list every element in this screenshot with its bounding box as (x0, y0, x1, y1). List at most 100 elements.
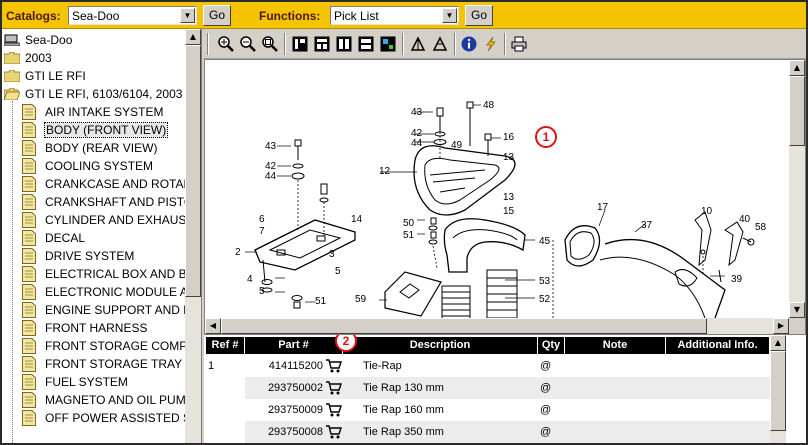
svg-text:48: 48 (483, 100, 495, 111)
add-to-cart-icon[interactable] (326, 380, 342, 396)
tree-item-page[interactable]: ELECTRICAL BOX AND BATTERY (22, 265, 201, 283)
tree-item-page[interactable]: BODY (REAR VIEW) (22, 139, 158, 157)
tree-item-page[interactable]: CRANKSHAFT AND PISTONS (22, 193, 201, 211)
print-icon[interactable] (509, 34, 529, 54)
tree-item-label: BODY (REAR VIEW) (45, 141, 158, 155)
top-bar: Catalogs: Sea-Doo ▼ Go Functions: Pick L… (2, 2, 806, 29)
table-row[interactable]: 293750002 Tie Rap 130 mm @ (204, 377, 770, 399)
functions-label: Functions: (259, 9, 321, 23)
scroll-up-icon[interactable]: ▲ (789, 60, 805, 76)
table-row[interactable]: 293750008 Tie Rap 350 mm @ (204, 421, 770, 443)
col-additional-info[interactable]: Additional Info. (666, 337, 769, 354)
tree-item-page[interactable]: DECAL (22, 229, 86, 247)
tree-item-page[interactable]: CRANKCASE AND ROTARY VALVE (22, 175, 201, 193)
svg-text:16: 16 (503, 132, 515, 143)
tree-scrollbar[interactable]: ▲ (185, 29, 201, 443)
tree-item-page[interactable]: DRIVE SYSTEM (22, 247, 135, 265)
tree-folder-model[interactable]: GTI LE RFI (4, 67, 87, 85)
table-row[interactable]: 1 414115200 Tie-Rap @ (204, 355, 770, 377)
scroll-right-icon[interactable]: ▶ (773, 318, 789, 334)
diagram-v-scrollbar[interactable]: ▲ ▼ (789, 60, 805, 318)
tree-item-page[interactable]: FRONT STORAGE TRAY (22, 355, 183, 373)
page-icon (22, 266, 36, 282)
add-to-cart-icon[interactable] (326, 424, 342, 440)
page-icon (22, 176, 36, 192)
cell-qty: @ (540, 360, 552, 372)
functions-go-button[interactable]: Go (465, 5, 493, 26)
view-3-icon[interactable] (334, 34, 354, 54)
tree-item-page[interactable]: OFF POWER ASSISTED STEERING (22, 409, 201, 427)
scroll-thumb[interactable] (770, 351, 786, 431)
view-1-icon[interactable] (290, 34, 310, 54)
tree-item-page[interactable]: CYLINDER AND EXHAUST MANIFOLD (22, 211, 201, 229)
cell-note (565, 421, 665, 443)
col-part[interactable]: Part # (245, 337, 342, 354)
page-icon (22, 374, 36, 390)
tree-item-page[interactable]: BODY (FRONT VIEW) (22, 121, 169, 139)
col-ref[interactable]: Ref # (206, 337, 244, 354)
tree-item-page[interactable]: FRONT HARNESS (22, 319, 148, 337)
cell-desc: Tie-Rap (363, 360, 402, 372)
view-5-icon[interactable] (378, 34, 398, 54)
tree-folder-variant[interactable]: GTI LE RFI, 6103/6104, 2003 (4, 85, 183, 103)
info-icon[interactable] (459, 34, 479, 54)
tree-item-page[interactable]: ELECTRONIC MODULE AND WIRING (22, 283, 201, 301)
scroll-up-icon[interactable]: ▲ (770, 335, 786, 351)
cell-desc: Tie Rap 350 mm (363, 426, 444, 438)
cell-qty: @ (540, 382, 552, 394)
diagram-h-scrollbar[interactable]: ◀ ▶ (205, 318, 789, 334)
col-note[interactable]: Note (565, 337, 665, 354)
catalogs-go-button[interactable]: Go (203, 5, 231, 26)
zoom-out-icon[interactable] (238, 34, 258, 54)
chevron-down-icon[interactable]: ▼ (442, 8, 457, 23)
tree-item-label: AIR INTAKE SYSTEM (45, 105, 164, 119)
tree-root[interactable]: Sea-Doo (4, 31, 73, 49)
svg-text:50: 50 (403, 218, 415, 229)
svg-text:4: 4 (247, 274, 253, 285)
chevron-down-icon[interactable]: ▼ (180, 8, 195, 23)
table-row[interactable]: 293750009 Tie Rap 160 mm @ (204, 399, 770, 421)
svg-text:39: 39 (731, 274, 743, 285)
tree-item-page[interactable]: COOLING SYSTEM (22, 157, 154, 175)
cell-ref: 1 (208, 360, 215, 372)
col-qty[interactable]: Qty (538, 337, 564, 354)
highlight-icon[interactable] (481, 34, 501, 54)
tree-item-page[interactable]: MAGNETO AND OIL PUMP (22, 391, 195, 409)
svg-text:5: 5 (259, 286, 265, 297)
parts-diagram[interactable]: 43 48 16 42 44 49 13 12 15 43 42 44 13 17 37 10 40 5… (204, 59, 806, 335)
scroll-left-icon[interactable]: ◀ (205, 318, 221, 334)
functions-select[interactable]: Pick List ▼ (330, 6, 459, 25)
col-description[interactable]: Description (343, 337, 537, 354)
zoom-in-icon[interactable] (216, 34, 236, 54)
rotate-left-icon[interactable] (408, 34, 428, 54)
svg-text:7: 7 (259, 226, 265, 237)
scroll-thumb[interactable] (185, 45, 201, 297)
cell-ref (208, 399, 242, 421)
view-2-icon[interactable] (312, 34, 332, 54)
scroll-up-icon[interactable]: ▲ (185, 29, 201, 45)
add-to-cart-icon[interactable] (326, 358, 342, 374)
table-v-scrollbar[interactable]: ▲ (770, 335, 786, 443)
view-4-icon[interactable] (356, 34, 376, 54)
page-icon (22, 104, 36, 120)
svg-text:17: 17 (597, 202, 609, 213)
zoom-fit-icon[interactable] (260, 34, 280, 54)
tree-item-page[interactable]: AIR INTAKE SYSTEM (22, 103, 164, 121)
svg-text:43: 43 (265, 141, 277, 152)
tree-folder-year[interactable]: 2003 (4, 49, 53, 67)
scroll-down-icon[interactable]: ▼ (789, 302, 805, 318)
rotate-right-icon[interactable] (430, 34, 450, 54)
tree-item-page[interactable]: FUEL SYSTEM (22, 373, 129, 391)
catalogs-select[interactable]: Sea-Doo ▼ (68, 6, 197, 25)
svg-text:2: 2 (235, 247, 241, 258)
svg-text:58: 58 (755, 222, 767, 233)
cell-part: 293750008 (267, 426, 323, 438)
scroll-thumb[interactable] (789, 76, 805, 146)
add-to-cart-icon[interactable] (326, 402, 342, 418)
svg-text:12: 12 (379, 166, 391, 177)
tree-item-label: MAGNETO AND OIL PUMP (45, 393, 194, 407)
page-icon (22, 158, 36, 174)
tree-item-page[interactable]: FRONT STORAGE COMPARTMENT (22, 337, 201, 355)
tree-item-page[interactable]: ENGINE SUPPORT AND MUFFLER (22, 301, 201, 319)
scroll-thumb[interactable] (221, 318, 707, 334)
